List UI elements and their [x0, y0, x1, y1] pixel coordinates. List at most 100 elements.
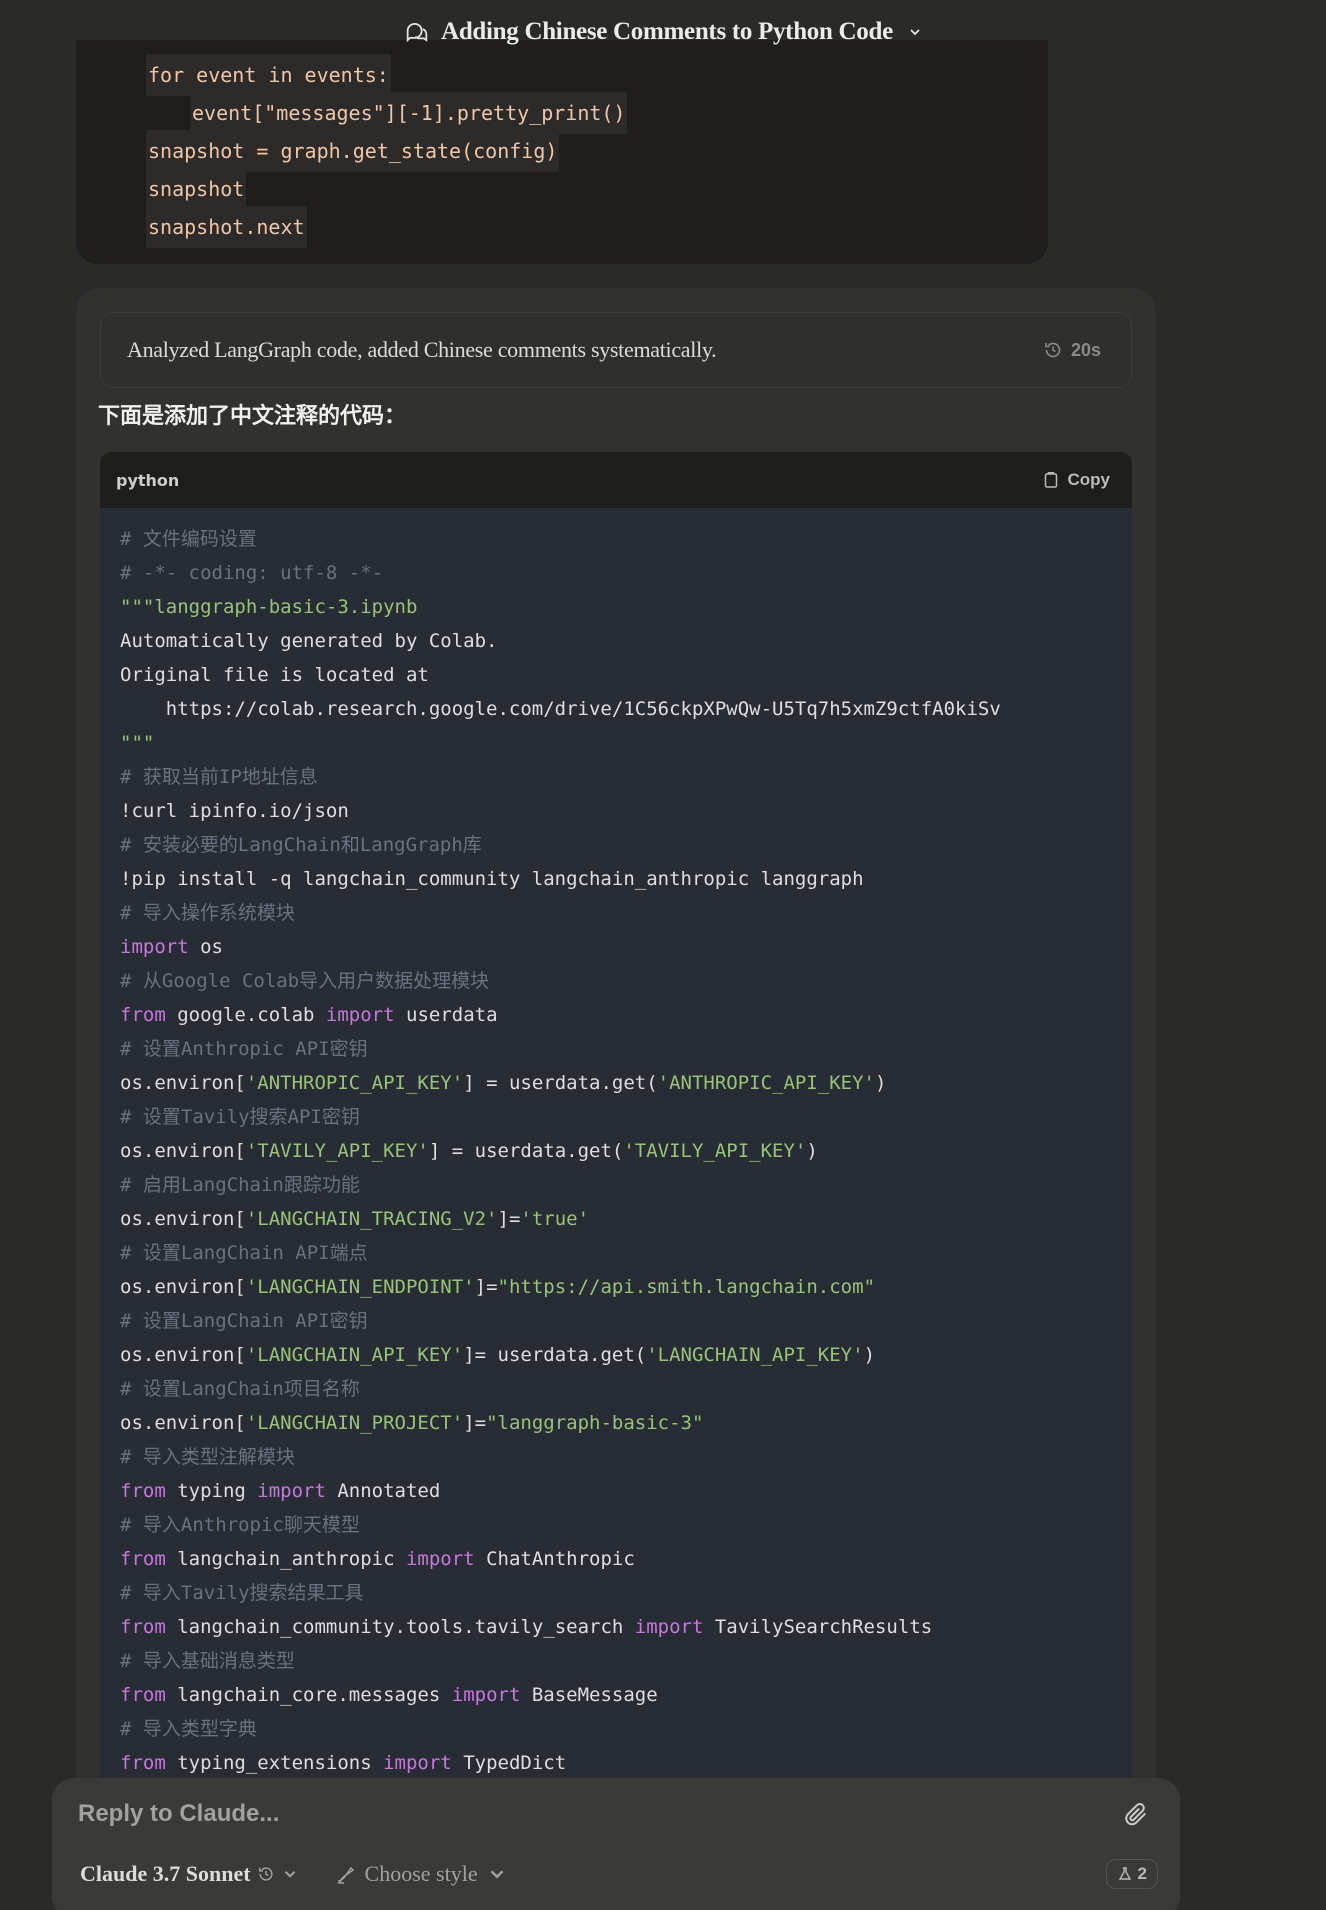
- code-line: from langchain_core.messages import Base…: [120, 1678, 1132, 1712]
- assistant-message: Analyzed LangGraph code, added Chinese c…: [76, 288, 1156, 1910]
- code-language-label: python: [116, 470, 180, 490]
- code-token: os.environ[: [120, 1344, 246, 1366]
- tools-badge[interactable]: 2: [1105, 1859, 1158, 1889]
- code-token: ]=: [474, 1276, 498, 1298]
- code-line: # 导入操作系统模块: [120, 896, 1132, 930]
- code-line: # 设置LangChain API密钥: [120, 1304, 1132, 1338]
- extended-thinking-icon: [258, 1867, 273, 1881]
- code-block: python Copy # 文件编码设置 # -*- coding: utf-8 …: [100, 452, 1132, 1872]
- code-token: typing_extensions: [165, 1752, 384, 1774]
- code-token: ): [875, 1072, 887, 1094]
- reply-composer[interactable]: Reply to Claude... Claude 3.7 Sonnet Cho…: [52, 1778, 1180, 1910]
- code-line: """: [120, 726, 1132, 760]
- choose-style-label: Choose style: [364, 1861, 478, 1886]
- code-token: ] = userdata.get(: [463, 1072, 658, 1094]
- code-token: import: [325, 1004, 395, 1026]
- code-text: snapshot: [146, 168, 247, 210]
- code-token: from: [120, 1752, 166, 1774]
- copy-label: Copy: [1067, 470, 1111, 489]
- chevron-down-icon: [910, 29, 920, 36]
- code-token: import: [405, 1548, 475, 1570]
- code-token: # 文件编码设置: [120, 528, 257, 550]
- code-line: # 导入Tavily搜索结果工具: [120, 1576, 1132, 1610]
- flask-icon: [1118, 1867, 1131, 1880]
- code-line: from langchain_anthropic import ChatAnth…: [120, 1542, 1132, 1576]
- code-token: ]= userdata.get(: [463, 1344, 647, 1366]
- code-token: # 导入类型字典: [120, 1718, 257, 1740]
- code-token: # -*- coding: utf-8 -*-: [120, 562, 384, 584]
- code-line: from typing_extensions import TypedDict: [120, 1746, 1132, 1780]
- code-line: # 启用LangChain跟踪功能: [120, 1168, 1132, 1202]
- code-token: # 导入Tavily搜索结果工具: [120, 1582, 364, 1604]
- code-line: # 设置LangChain项目名称: [120, 1372, 1132, 1406]
- response-intro: 下面是添加了中文注释的代码：: [98, 404, 407, 429]
- code-line: import os: [120, 930, 1132, 964]
- code-token: """: [120, 732, 155, 754]
- code-token: langchain_anthropic: [165, 1548, 406, 1570]
- code-body: # 文件编码设置 # -*- coding: utf-8 -*- """langgr…: [100, 508, 1132, 1872]
- reply-input[interactable]: Reply to Claude...: [78, 1800, 279, 1828]
- code-line: Automatically generated by Colab.: [120, 624, 1132, 658]
- code-token: 'TAVILY_API_KEY': [623, 1140, 807, 1162]
- thinking-duration-text: 20s: [1070, 339, 1101, 360]
- tools-count: 2: [1137, 1864, 1147, 1883]
- code-token: # 设置LangChain项目名称: [120, 1378, 360, 1400]
- code-token: # 导入类型注解模块: [120, 1446, 295, 1468]
- code-token: # 设置LangChain API端点: [120, 1242, 368, 1264]
- previous-code-lines: for event in events: event["messages"][-1…: [146, 54, 628, 248]
- conversation-header[interactable]: Adding Chinese Comments to Python Code: [0, 0, 1326, 64]
- code-text: snapshot.next: [146, 206, 307, 248]
- chevron-down-icon: [490, 1870, 503, 1879]
- code-token: Annotated: [325, 1480, 441, 1502]
- code-line: os.environ['TAVILY_API_KEY'] = userdata.…: [120, 1134, 1132, 1168]
- code-token: ] = userdata.get(: [428, 1140, 624, 1162]
- code-token: import: [120, 936, 189, 958]
- model-label: Claude 3.7 Sonnet: [80, 1861, 251, 1886]
- model-selector[interactable]: Claude 3.7 Sonnet: [80, 1861, 299, 1887]
- code-line: from typing import Annotated: [120, 1474, 1132, 1508]
- thinking-summary-box[interactable]: Analyzed LangGraph code, added Chinese c…: [100, 312, 1132, 388]
- code-line: """langgraph-basic-3.ipynb: [120, 590, 1132, 624]
- code-line: os.environ[ 'LANGCHAIN_API_KEY']= userdat…: [120, 1338, 1132, 1372]
- code-line: from langchain_community.tools.tavily_se…: [120, 1610, 1132, 1644]
- code-block-header: python Copy: [100, 452, 1132, 508]
- pen-style-icon: [337, 1866, 354, 1884]
- code-token: from: [120, 1480, 166, 1502]
- clipboard-icon: [1044, 472, 1057, 488]
- thinking-duration: 20s: [1043, 340, 1101, 361]
- code-token: from: [120, 1616, 166, 1638]
- previous-code-line: snapshot: [146, 168, 627, 210]
- code-line: # 从Google Colab导入用户数据处理模块: [120, 964, 1132, 998]
- code-token: userdata: [394, 1004, 498, 1026]
- code-token: ): [863, 1344, 876, 1366]
- chat-page: for event in events: event["messages"][-1…: [0, 0, 1326, 1910]
- code-line: # 设置Tavily搜索API密钥: [120, 1100, 1132, 1134]
- code-line: os.environ['ANTHROPIC_API_KEY'] = userda…: [120, 1066, 1132, 1100]
- choose-style-button[interactable]: Choose style: [335, 1861, 508, 1887]
- paperclip-icon[interactable]: [1122, 1800, 1150, 1828]
- code-token: typing: [165, 1480, 258, 1502]
- code-token: TavilySearchResults: [703, 1616, 933, 1638]
- code-line: os.environ['LANGCHAIN_ENDPOINT']="https:…: [120, 1270, 1132, 1304]
- code-token: 'true': [520, 1208, 590, 1230]
- code-token: from: [120, 1548, 166, 1570]
- code-token: # 设置LangChain API密钥: [120, 1310, 368, 1332]
- code-line: # 获取当前IP地址信息: [120, 760, 1132, 794]
- history-icon: [1045, 342, 1061, 358]
- code-line: # -*- coding: utf-8 -*-: [120, 556, 1132, 590]
- code-token: """langgraph-basic-3.ipynb: [120, 596, 418, 618]
- thinking-summary-text: Analyzed LangGraph code, added Chinese c…: [127, 337, 717, 362]
- code-token: langchain_core.messages: [165, 1684, 452, 1706]
- code-token: import: [634, 1616, 704, 1638]
- code-token: 'LANGCHAIN_TRACING_V2': [245, 1208, 498, 1230]
- code-token: os.environ[: [120, 1412, 246, 1434]
- copy-button[interactable]: Copy: [1042, 470, 1111, 490]
- code-token: 'LANGCHAIN_ENDPOINT': [245, 1276, 475, 1298]
- code-line: # 导入Anthropic聊天模型: [120, 1508, 1132, 1542]
- code-token: 'LANGCHAIN_API_KEY': [646, 1344, 864, 1366]
- code-line: Original file is located at: [120, 658, 1132, 692]
- code-line: from google.colab import userdata: [120, 998, 1132, 1032]
- code-line: # 导入类型字典: [120, 1712, 1132, 1746]
- code-line: os.environ['LANGCHAIN_PROJECT']="langgra…: [120, 1406, 1132, 1440]
- code-token: # 安装必要的LangChain和LangGraph库: [120, 834, 482, 856]
